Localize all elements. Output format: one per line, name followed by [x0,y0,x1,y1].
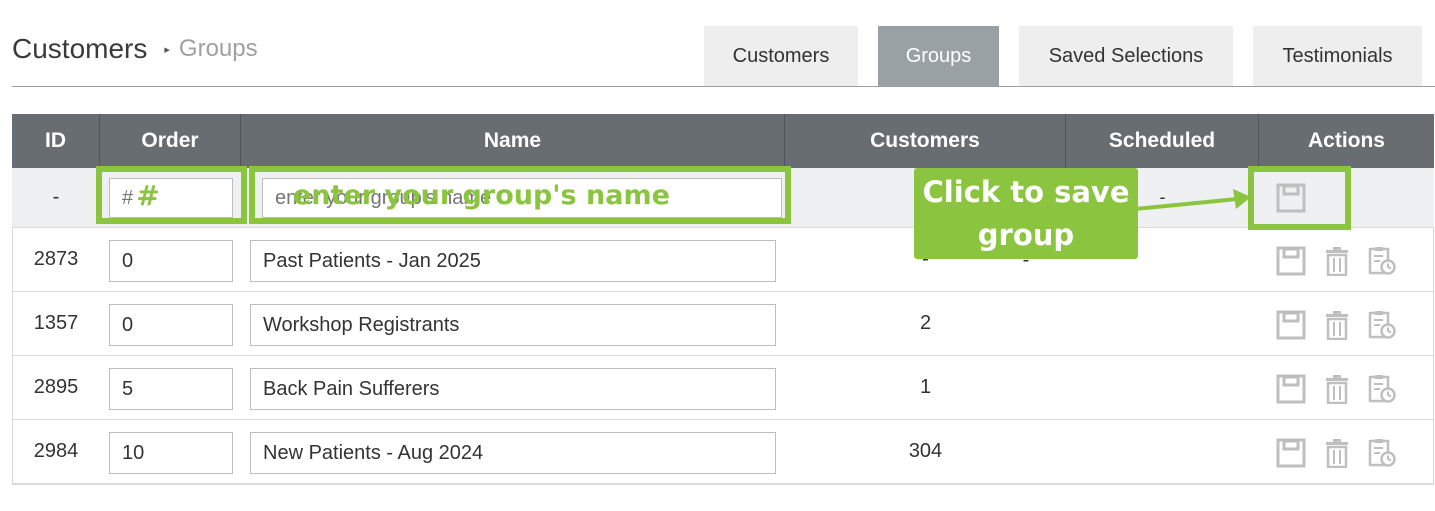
schedule-icon[interactable] [1367,438,1397,468]
row-id: 1357 [33,312,79,334]
header-divider [12,86,1435,87]
column-header-scheduled[interactable]: Scheduled [1066,114,1259,168]
trash-icon[interactable] [1322,246,1352,276]
trash-icon[interactable] [1322,310,1352,340]
row-customers: 2 [919,312,932,334]
table-row: 2895 1 [12,356,1434,420]
callout-arrow-icon [1135,189,1251,211]
breadcrumb-separator-icon: ▸ [164,43,170,56]
row-id: 2895 [33,376,79,398]
new-row-id: - [52,186,60,208]
save-icon[interactable] [1276,246,1306,276]
row-customers-peek: - [1022,248,1030,271]
tab-groups[interactable]: Groups [878,26,999,86]
row-customers: 1 [919,376,932,398]
save-icon[interactable] [1276,374,1306,404]
order-input[interactable] [109,432,233,474]
schedule-icon[interactable] [1367,246,1397,276]
row-customers: 304 [908,440,943,462]
save-highlight-box [1248,166,1351,230]
breadcrumb: Customers ▸ Groups [12,31,258,67]
row-id: 2984 [33,440,79,462]
group-name-input[interactable] [250,432,776,474]
column-header-actions: Actions [1307,129,1385,152]
group-name-input[interactable] [250,368,776,410]
order-placeholder-label: # [136,178,160,212]
breadcrumb-customers[interactable]: Customers [12,33,147,65]
table-row: 2984 304 [12,420,1434,484]
group-name-input[interactable] [250,240,776,282]
column-header-order[interactable]: Order [100,114,241,168]
breadcrumb-current: Groups [178,35,258,62]
column-header-name[interactable]: Name [241,114,785,168]
table-row: 2873 - [12,228,1434,292]
trash-icon[interactable] [1322,374,1352,404]
tab-testimonials[interactable]: Testimonials [1253,26,1422,86]
order-input[interactable] [109,240,233,282]
table-row: 1357 2 [12,292,1434,356]
row-id: 2873 [33,248,79,270]
schedule-icon[interactable] [1367,310,1397,340]
save-icon[interactable] [1276,438,1306,468]
save-group-callout: Click to save group [914,168,1138,259]
schedule-icon[interactable] [1367,374,1397,404]
order-input[interactable] [109,368,233,410]
trash-icon[interactable] [1322,438,1352,468]
name-placeholder-label: enter your group's name [293,179,670,211]
save-icon[interactable] [1276,310,1306,340]
tab-customers[interactable]: Customers [704,26,858,86]
column-header-customers[interactable]: Customers [785,114,1066,168]
group-name-input[interactable] [250,304,776,346]
table-header: ID Order Name Customers Scheduled Action… [12,114,1434,168]
column-header-id[interactable]: ID [12,114,100,168]
tab-saved-selections[interactable]: Saved Selections [1019,26,1233,86]
order-input[interactable] [109,304,233,346]
